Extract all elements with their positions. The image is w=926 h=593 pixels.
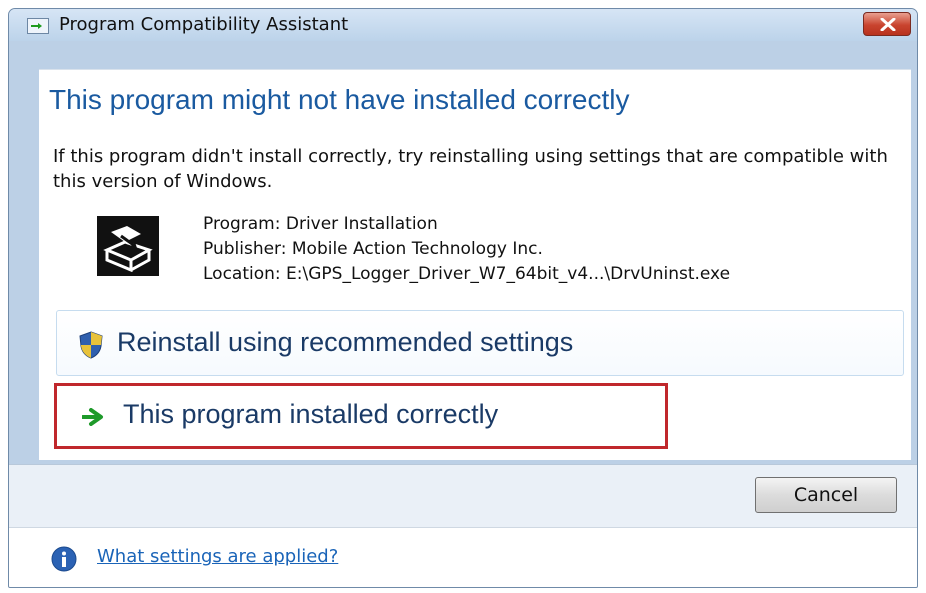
button-bar: Cancel (9, 465, 917, 527)
main-instruction: This program might not have installed co… (49, 84, 630, 115)
app-icon (27, 18, 49, 34)
dialog-window: Program Compatibility Assistant This pro… (8, 8, 918, 588)
info-icon (51, 546, 77, 572)
uac-shield-icon (79, 331, 103, 359)
what-settings-link[interactable]: What settings are applied? (97, 546, 338, 567)
installed-correctly-command-link[interactable]: This program installed correctly (54, 383, 668, 449)
program-details: Program: Driver Installation Publisher: … (203, 212, 730, 287)
close-button[interactable] (863, 12, 911, 36)
help-footer: What settings are applied? (9, 527, 917, 587)
close-icon (880, 18, 896, 31)
publisher-name: Publisher: Mobile Action Technology Inc. (203, 239, 543, 259)
installer-icon (97, 216, 159, 276)
installed-correctly-label: This program installed correctly (123, 399, 499, 429)
green-arrow-icon (82, 408, 103, 426)
program-name: Program: Driver Installation (203, 214, 438, 234)
reinstall-command-label: Reinstall using recommended settings (117, 327, 574, 357)
cancel-button[interactable]: Cancel (755, 477, 897, 513)
window-title: Program Compatibility Assistant (59, 14, 349, 35)
title-bar[interactable]: Program Compatibility Assistant (9, 9, 917, 41)
dialog-content: This program might not have installed co… (39, 69, 911, 460)
reinstall-command-link[interactable]: Reinstall using recommended settings (56, 310, 904, 376)
description-text: If this program didn't install correctly… (53, 146, 888, 192)
program-location: Location: E:\GPS_Logger_Driver_W7_64bit_… (203, 264, 731, 284)
